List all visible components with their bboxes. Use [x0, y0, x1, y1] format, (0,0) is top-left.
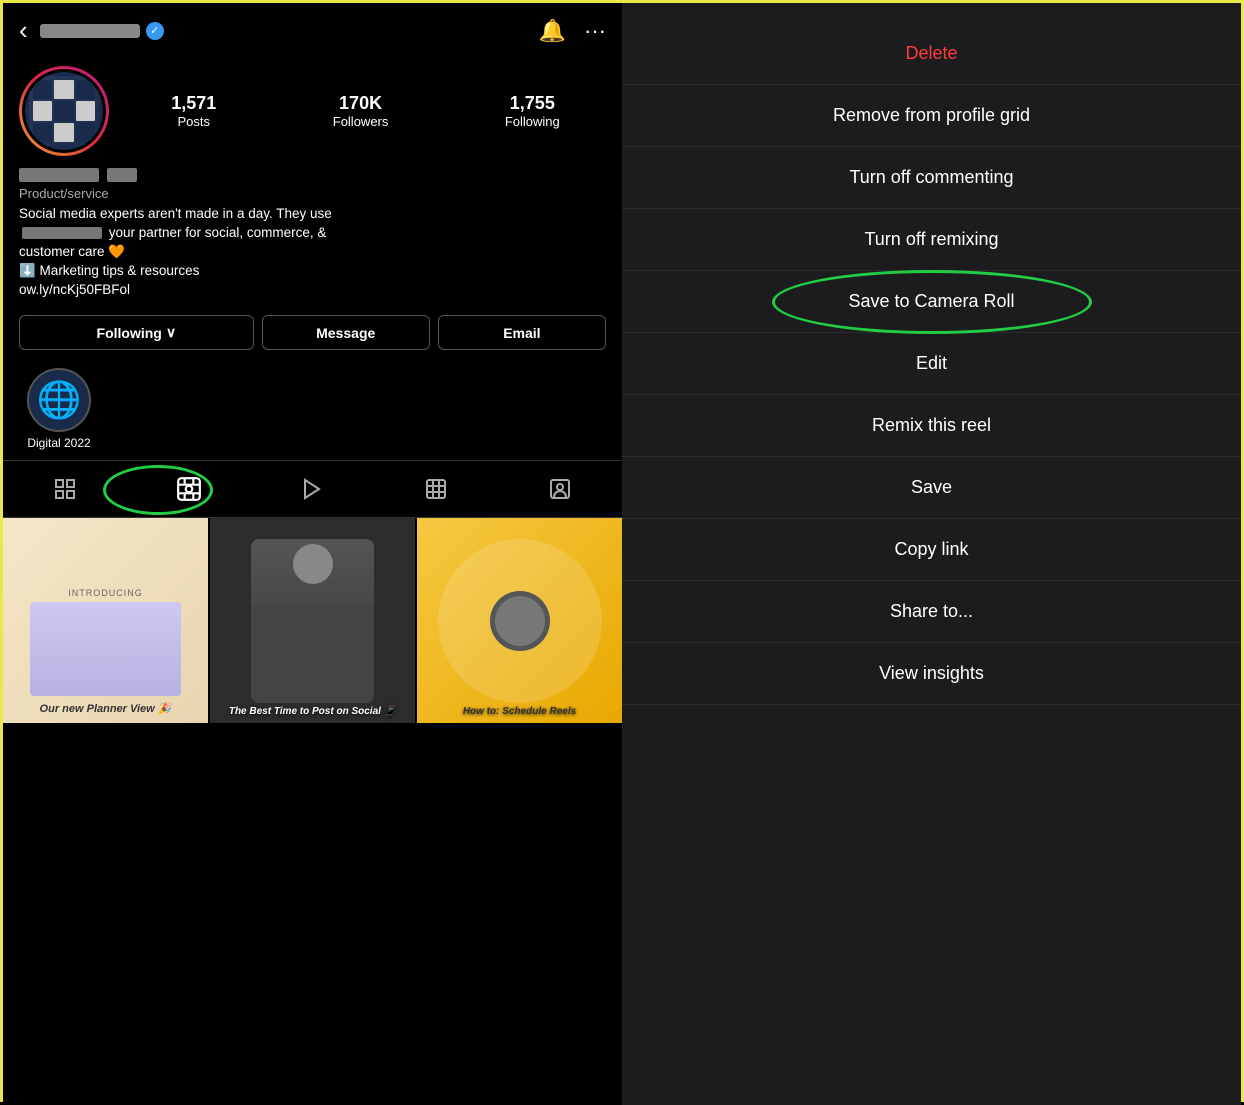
tab-video[interactable]	[287, 471, 337, 507]
email-label: Email	[503, 325, 540, 341]
username-bar	[40, 24, 140, 38]
bio-line1: Social media experts aren't made in a da…	[19, 206, 332, 221]
tab-mentions[interactable]	[535, 471, 585, 507]
bio-blur	[22, 227, 102, 239]
followers-stat[interactable]: 170K Followers	[333, 93, 389, 129]
view-insights-label: View insights	[879, 663, 984, 683]
grid-item-1[interactable]: INTRODUCING Our new Planner View 🎉	[3, 518, 208, 723]
avatar-wrap	[19, 66, 109, 156]
bio-section: Product/service Social media experts are…	[3, 168, 622, 307]
turn-off-commenting-menu-item[interactable]: Turn off commenting	[622, 147, 1241, 209]
turn-off-remixing-label: Turn off remixing	[864, 229, 998, 249]
profile-tab-bar	[3, 460, 622, 518]
person-image	[210, 518, 415, 723]
verified-badge: ✓	[146, 22, 164, 40]
notification-icon[interactable]: 🔔	[539, 18, 566, 44]
remove-from-grid-label: Remove from profile grid	[833, 105, 1030, 125]
category-label: Product/service	[19, 186, 606, 201]
avatar	[22, 69, 106, 153]
email-button[interactable]: Email	[438, 315, 606, 350]
following-button[interactable]: Following ∨	[19, 315, 254, 350]
posts-stat[interactable]: 1,571 Posts	[171, 93, 216, 129]
more-options-icon[interactable]: ···	[584, 18, 606, 44]
highlight-circle: 🌐	[27, 368, 91, 432]
copy-link-menu-item[interactable]: Copy link	[622, 519, 1241, 581]
content-grid: INTRODUCING Our new Planner View 🎉 The B…	[3, 518, 622, 1105]
view-insights-menu-item[interactable]: View insights	[622, 643, 1241, 705]
highlights-section: 🌐 Digital 2022	[3, 358, 622, 460]
delete-menu-item[interactable]: Delete	[622, 23, 1241, 85]
remix-this-reel-menu-item[interactable]: Remix this reel	[622, 395, 1241, 457]
header-center: ✓	[40, 22, 527, 40]
following-label: Following	[97, 325, 162, 341]
profile-header: ‹ ✓ 🔔 ···	[3, 3, 622, 58]
save-label: Save	[911, 477, 952, 497]
name-blurred	[107, 168, 137, 182]
edit-label: Edit	[916, 353, 947, 373]
copy-link-label: Copy link	[894, 539, 968, 559]
tab-tagged[interactable]	[411, 471, 461, 507]
save-to-camera-roll-menu-item[interactable]: Save to Camera Roll	[622, 271, 1241, 333]
username-name-row	[19, 168, 606, 182]
back-button[interactable]: ‹	[19, 15, 28, 46]
turn-off-commenting-label: Turn off commenting	[849, 167, 1013, 187]
bio-link[interactable]: ow.ly/ncKj50FBFol	[19, 282, 130, 297]
bio-line4: ⬇️ Marketing tips & resources	[19, 263, 199, 278]
highlight-item[interactable]: 🌐 Digital 2022	[19, 368, 99, 450]
following-label: Following	[505, 114, 560, 129]
message-button[interactable]: Message	[262, 315, 430, 350]
edit-menu-item[interactable]: Edit	[622, 333, 1241, 395]
bio-line3: customer care 🧡	[19, 244, 125, 259]
turn-off-remixing-menu-item[interactable]: Turn off remixing	[622, 209, 1241, 271]
tab-reels[interactable]	[164, 471, 214, 507]
remix-this-reel-label: Remix this reel	[872, 415, 991, 435]
introducing-label: INTRODUCING	[68, 588, 143, 598]
following-stat[interactable]: 1,755 Following	[505, 93, 560, 129]
grid-item-2[interactable]: The Best Time to Post on Social 📱	[210, 518, 415, 723]
bio-line2: your partner for social, commerce, &	[109, 225, 327, 240]
following-count: 1,755	[510, 93, 555, 114]
chevron-down-icon: ∨	[166, 324, 176, 341]
bio-text: Social media experts aren't made in a da…	[19, 205, 606, 299]
profile-stats: 1,571 Posts 170K Followers 1,755 Followi…	[125, 93, 606, 129]
save-menu-item[interactable]: Save	[622, 457, 1241, 519]
context-menu-panel: Delete Remove from profile grid Turn off…	[622, 3, 1241, 1105]
followers-count: 170K	[339, 93, 382, 114]
share-to-label: Share to...	[890, 601, 973, 621]
remove-from-grid-menu-item[interactable]: Remove from profile grid	[622, 85, 1241, 147]
grid-item-3[interactable]: How to: Schedule Reels	[417, 518, 622, 723]
avatar-image	[29, 76, 99, 146]
globe-icon: 🌐	[37, 379, 82, 421]
posts-label: Posts	[178, 114, 211, 129]
action-buttons: Following ∨ Message Email	[3, 307, 622, 358]
tab-grid[interactable]	[40, 471, 90, 507]
message-label: Message	[316, 325, 375, 341]
posts-count: 1,571	[171, 93, 216, 114]
followers-label: Followers	[333, 114, 389, 129]
grid-caption-3: How to: Schedule Reels	[417, 706, 622, 717]
instagram-profile-panel: ‹ ✓ 🔔 ···	[3, 3, 622, 1105]
profile-info: 1,571 Posts 170K Followers 1,755 Followi…	[3, 58, 622, 168]
header-icons: 🔔 ···	[539, 18, 606, 44]
share-to-menu-item[interactable]: Share to...	[622, 581, 1241, 643]
username-blurred	[19, 168, 99, 182]
grid-caption-1: Our new Planner View 🎉	[40, 702, 172, 715]
highlight-label: Digital 2022	[27, 436, 90, 450]
save-to-camera-roll-label: Save to Camera Roll	[848, 291, 1014, 311]
delete-label: Delete	[905, 43, 957, 63]
grid-caption-2: The Best Time to Post on Social 📱	[210, 706, 415, 717]
